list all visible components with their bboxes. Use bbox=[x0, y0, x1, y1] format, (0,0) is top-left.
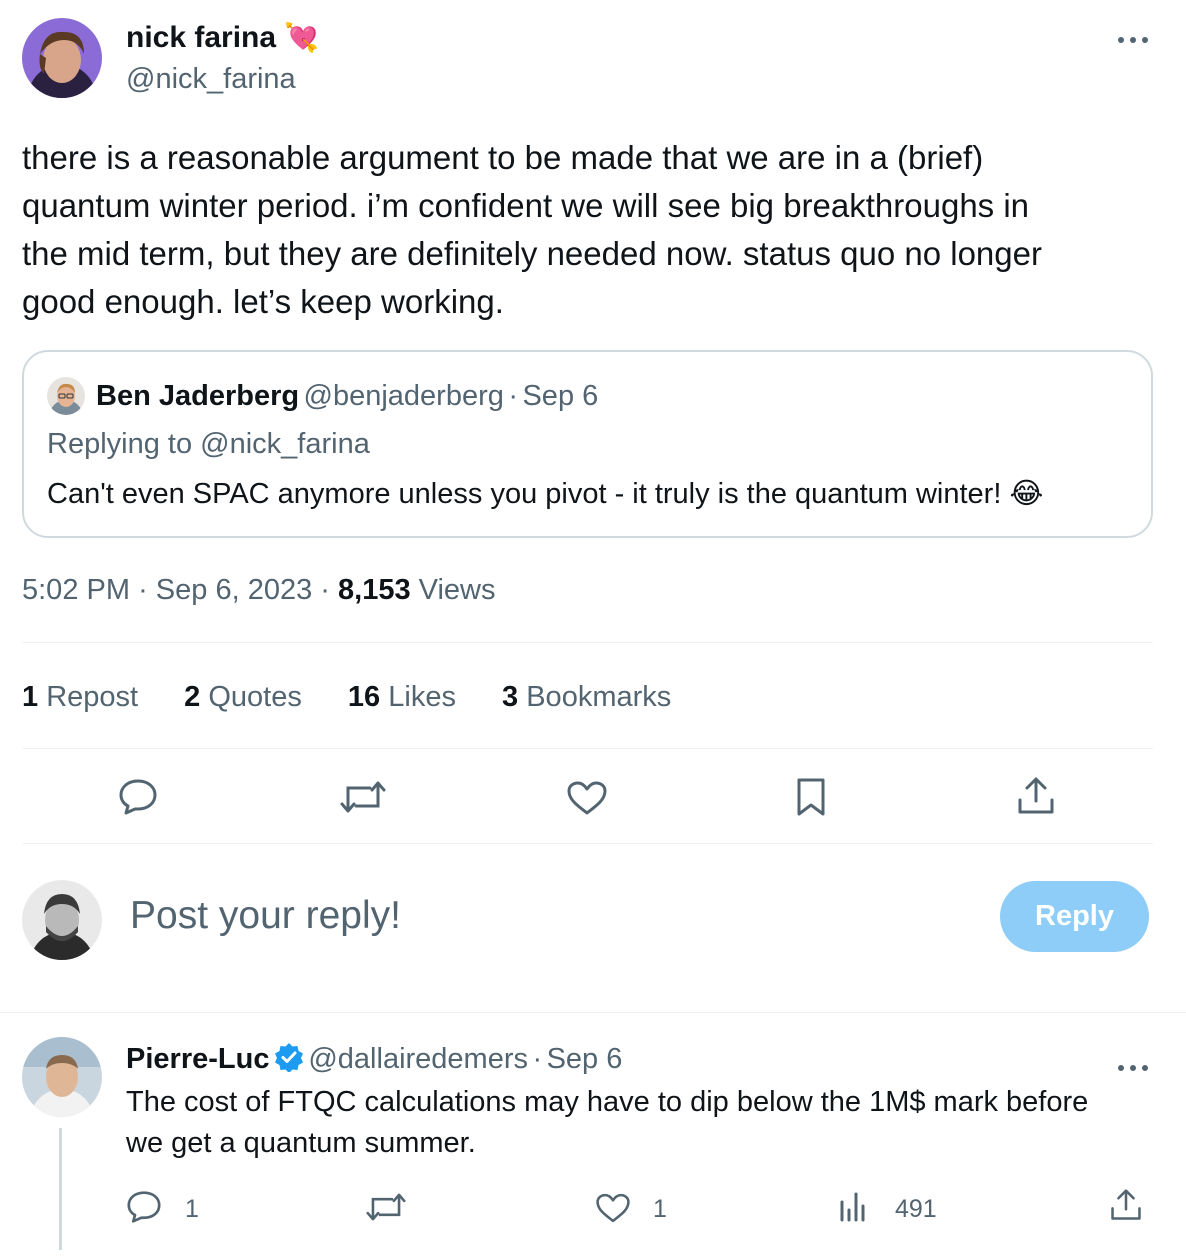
views-label: Views bbox=[418, 574, 496, 606]
stat-label: Quotes bbox=[208, 681, 302, 713]
separator-dot: · bbox=[138, 574, 148, 606]
quote-date: Sep 6 bbox=[522, 380, 599, 412]
stat-reposts[interactable]: 1 Repost bbox=[22, 681, 138, 714]
crying-laughing-emoji: 😂 bbox=[1009, 478, 1044, 510]
quote-text: Can't even SPAC anymore unless you pivot… bbox=[47, 476, 1043, 511]
author-avatar[interactable] bbox=[22, 18, 102, 98]
stat-bookmarks[interactable]: 3 Bookmarks bbox=[502, 681, 671, 714]
reply-count: 1 bbox=[185, 1195, 199, 1223]
reply-author-avatar[interactable] bbox=[22, 1037, 102, 1117]
tweet-line: quantum winter period. i’m confident we … bbox=[22, 187, 1030, 224]
reply-author-name[interactable]: Pierre-Luc bbox=[126, 1043, 269, 1075]
reply-icon bbox=[127, 1191, 161, 1223]
like-icon[interactable] bbox=[566, 780, 608, 816]
quote-author-name: Ben Jaderberg bbox=[96, 380, 300, 412]
views-count: 8,153 bbox=[338, 574, 411, 606]
reply-header: Pierre-Luc @dallairedemers · Sep 6 bbox=[126, 1042, 622, 1077]
separator-dot: · bbox=[320, 574, 330, 606]
reply-author-handle[interactable]: @dallairedemers bbox=[308, 1043, 528, 1075]
current-user-avatar bbox=[22, 880, 102, 960]
reply-reply-button[interactable] bbox=[126, 1190, 162, 1224]
reply-share-button[interactable] bbox=[1110, 1188, 1142, 1227]
bookmark-icon[interactable] bbox=[795, 777, 827, 817]
tweet-line: there is a reasonable argument to be mad… bbox=[22, 139, 984, 176]
author-name[interactable]: nick farina 💘 bbox=[126, 21, 319, 55]
stat-quotes[interactable]: 2 Quotes bbox=[184, 681, 302, 714]
repost-icon bbox=[366, 1193, 406, 1221]
stat-count: 3 bbox=[502, 681, 519, 713]
like-icon bbox=[596, 1193, 630, 1223]
quote-header: Ben Jaderberg @benjaderberg · Sep 6 bbox=[96, 380, 598, 413]
stat-label: Likes bbox=[388, 681, 456, 713]
reply-views-button[interactable] bbox=[838, 1192, 868, 1227]
divider bbox=[22, 748, 1153, 749]
reply-line: we get a quantum summer. bbox=[126, 1127, 476, 1159]
reply-icon[interactable] bbox=[118, 778, 158, 816]
views-count: 491 bbox=[895, 1195, 937, 1223]
stat-label: Repost bbox=[46, 681, 139, 713]
separator-dot: · bbox=[532, 1043, 543, 1075]
stat-count: 16 bbox=[347, 681, 381, 713]
reply-text: The cost of FTQC calculations may have t… bbox=[126, 1082, 1156, 1164]
divider bbox=[22, 642, 1153, 643]
verified-badge-icon bbox=[274, 1042, 304, 1077]
timestamp-row: 5:02 PM · Sep 6, 2023 · 8,153 Views bbox=[22, 574, 496, 607]
quote-author-avatar bbox=[47, 377, 85, 415]
share-icon[interactable] bbox=[1017, 776, 1055, 816]
tweet-line: the mid term, but they are definitely ne… bbox=[22, 235, 1042, 272]
thread-line bbox=[59, 1128, 62, 1250]
quote-author-handle: @benjaderberg bbox=[303, 380, 504, 412]
tweet-line: good enough. let’s keep working. bbox=[22, 283, 504, 320]
share-icon bbox=[1111, 1189, 1141, 1220]
stat-likes[interactable]: 16 Likes bbox=[348, 681, 456, 714]
reply-date[interactable]: Sep 6 bbox=[547, 1043, 623, 1075]
separator-dot: · bbox=[508, 380, 519, 412]
more-horizontal-icon[interactable] bbox=[1116, 22, 1150, 56]
post-time[interactable]: 5:02 PM bbox=[22, 574, 130, 606]
author-handle[interactable]: @nick_farina bbox=[126, 63, 296, 96]
post-date[interactable]: Sep 6, 2023 bbox=[156, 574, 312, 606]
reply-like-button[interactable] bbox=[595, 1192, 631, 1229]
more-horizontal-icon[interactable] bbox=[1116, 1050, 1150, 1084]
reply-button[interactable]: Reply bbox=[1000, 881, 1149, 952]
repost-icon[interactable] bbox=[340, 780, 386, 814]
divider bbox=[0, 1012, 1186, 1013]
divider bbox=[22, 843, 1153, 844]
reply-repost-button[interactable] bbox=[366, 1192, 406, 1227]
stat-label: Bookmarks bbox=[526, 681, 672, 713]
replying-to: Replying to @nick_farina bbox=[47, 428, 370, 460]
like-count: 1 bbox=[653, 1195, 667, 1223]
reply-line: The cost of FTQC calculations may have t… bbox=[126, 1086, 1089, 1118]
quote-text-content: Can't even SPAC anymore unless you pivot… bbox=[47, 478, 1002, 510]
engagement-stats: 1 Repost 2 Quotes 16 Likes 3 Bookmarks bbox=[22, 681, 709, 714]
views-chart-icon bbox=[840, 1192, 865, 1222]
heart-arrow-emoji: 💘 bbox=[284, 22, 320, 53]
author-name-text[interactable]: nick farina bbox=[126, 21, 276, 54]
stat-count: 2 bbox=[184, 681, 201, 713]
tweet-text: there is a reasonable argument to be mad… bbox=[22, 134, 1152, 326]
reply-input[interactable]: Post your reply! bbox=[130, 894, 401, 938]
stat-count: 1 bbox=[22, 681, 39, 713]
